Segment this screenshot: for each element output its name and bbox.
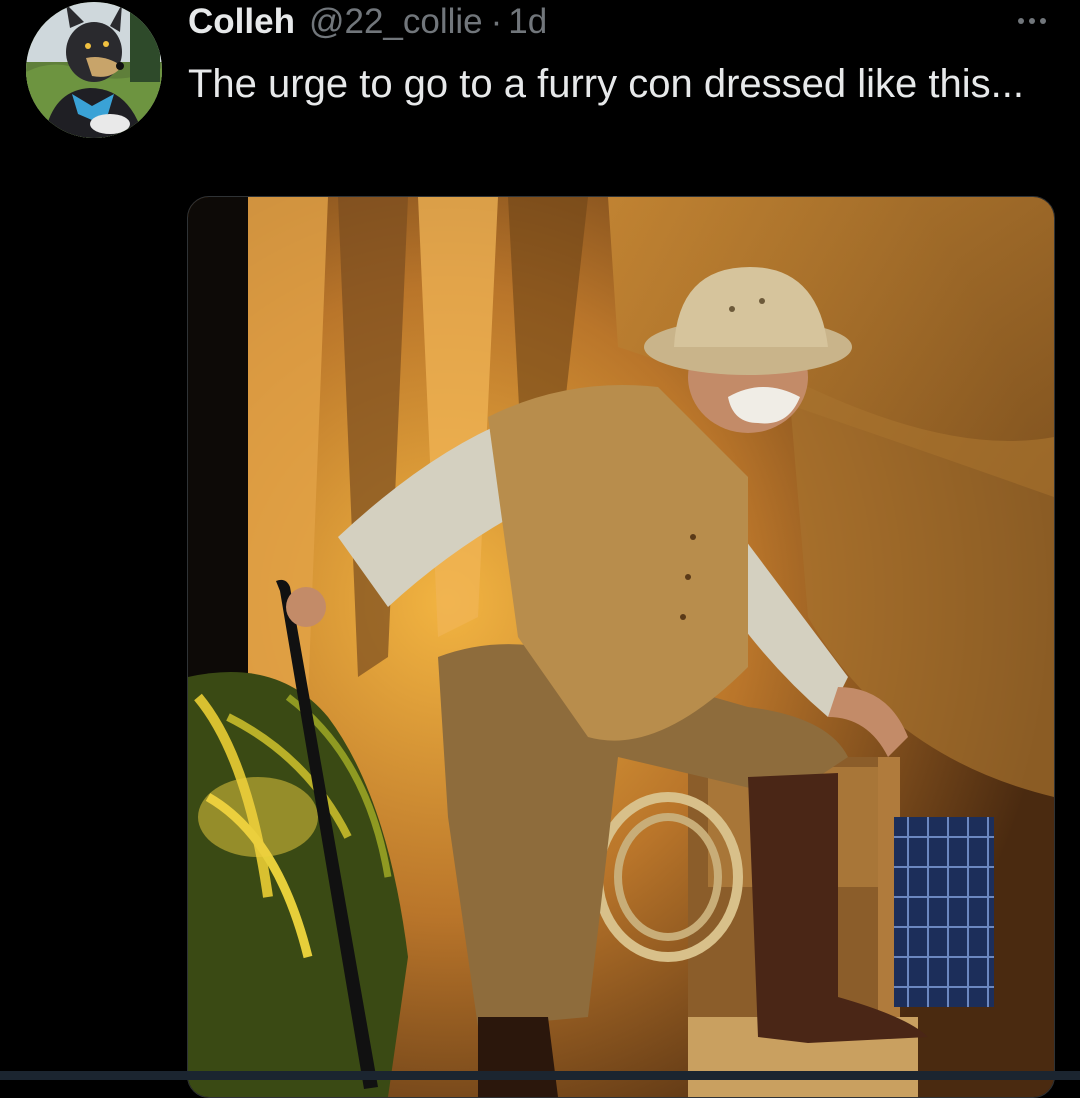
bottom-divider bbox=[0, 1071, 1080, 1080]
avatar[interactable] bbox=[26, 2, 162, 138]
more-horizontal-icon[interactable] bbox=[1008, 8, 1056, 34]
tweet-text: The urge to go to a furry con dressed li… bbox=[188, 62, 1024, 106]
timestamp[interactable]: 1d bbox=[508, 2, 547, 42]
tweet-header: Colleh @22_collie · 1d bbox=[188, 2, 547, 42]
separator-dot: · bbox=[490, 2, 503, 41]
tweet-photo[interactable] bbox=[187, 196, 1055, 1098]
user-handle[interactable]: @22_collie bbox=[309, 2, 483, 42]
display-name[interactable]: Colleh bbox=[188, 2, 295, 42]
